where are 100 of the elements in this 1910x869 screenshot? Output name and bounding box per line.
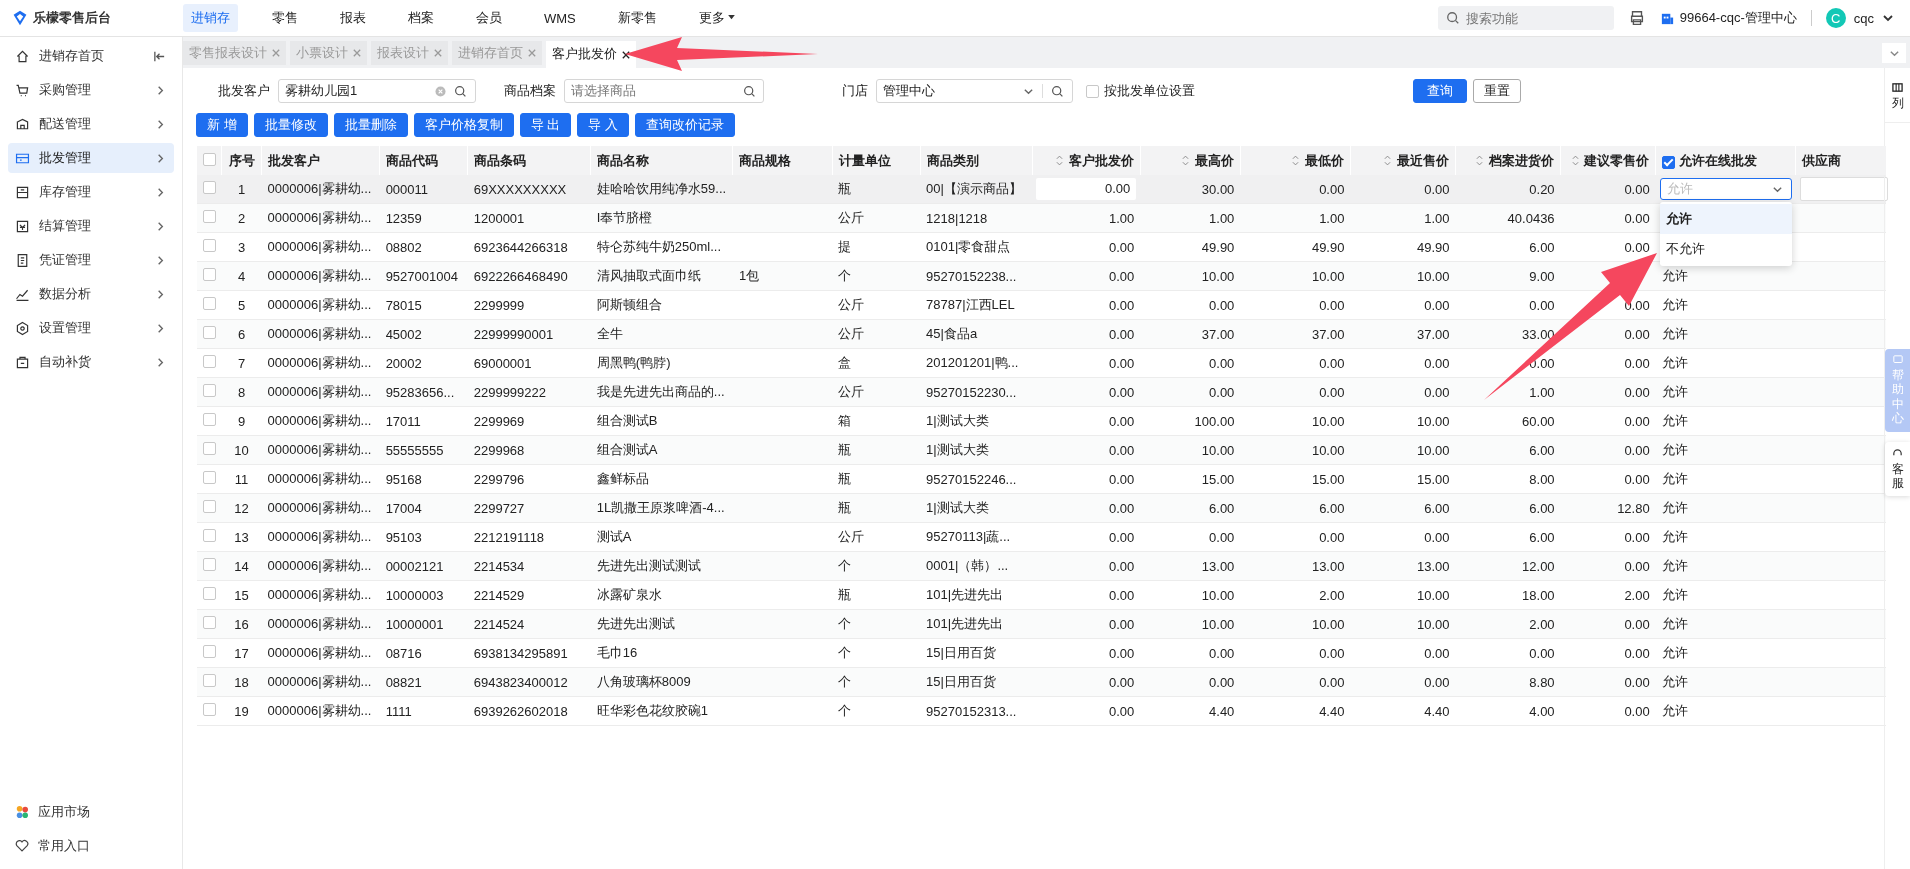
column-header[interactable]: 最近售价 <box>1350 146 1456 175</box>
column-header[interactable]: 计量单位 <box>832 146 921 175</box>
nav-tab[interactable]: 零售 <box>264 4 306 32</box>
table-row[interactable]: 10 0000006|雾耕幼... 55555555 2299968 组合测试A 瓶 1|测试大类 0.00 10.00 10.00 10.00 6.00 0.00 允许 <box>196 435 1886 465</box>
checkbox[interactable] <box>1662 155 1676 169</box>
store-name[interactable]: 99664-cqc-管理中心 <box>1679 9 1797 27</box>
column-settings-button[interactable]: 列 <box>1885 68 1910 123</box>
table-row[interactable]: 8 0000006|雾耕幼... 95283656... 2299999222 我是先进先出商品的... 公斤 95270152230... 0.00 0.00 0.00 0.00 1.00 0.00 允许 <box>196 377 1886 407</box>
price-input[interactable]: 0.00 <box>1036 178 1137 200</box>
action-button[interactable]: 批量修改 <box>253 113 328 137</box>
nav-tab[interactable]: WMS <box>536 5 584 31</box>
row-checkbox[interactable] <box>202 210 216 223</box>
sidebar-item[interactable]: 库存管理 <box>8 177 174 207</box>
product-field[interactable]: 请选择商品 <box>564 79 764 103</box>
nav-tab[interactable]: 报表 <box>332 4 374 32</box>
action-button[interactable]: 查询改价记录 <box>634 113 735 137</box>
row-checkbox[interactable] <box>202 297 216 310</box>
row-checkbox[interactable] <box>202 587 216 600</box>
row-checkbox[interactable] <box>202 442 216 455</box>
column-header[interactable]: 商品规格 <box>732 146 832 175</box>
collapse-icon[interactable] <box>153 49 166 63</box>
table-row[interactable]: 12 0000006|雾耕幼... 17004 2299727 1L凯撒王原浆啤酒-4... 瓶 1|测试大类 0.00 6.00 6.00 6.00 6.00 12.80 允许 <box>196 493 1886 523</box>
sidebar-item[interactable]: 采购管理 <box>8 75 174 105</box>
tab-menu-button[interactable] <box>1882 43 1906 63</box>
customer-field[interactable]: 雾耕幼儿园1 <box>278 79 476 103</box>
action-button[interactable]: 客户价格复制 <box>413 113 514 137</box>
table-row[interactable]: 16 0000006|雾耕幼... 10000001 2214524 先进先出测试 个 101|先进先出 0.00 10.00 10.00 10.00 2.00 0.00 允许 <box>196 609 1886 639</box>
column-header[interactable]: 序号 <box>221 146 262 175</box>
column-header[interactable]: 允许在线批发 <box>1655 146 1796 175</box>
action-button[interactable]: 新 增 <box>196 113 248 137</box>
sort-icon[interactable] <box>1182 154 1190 166</box>
sort-icon[interactable] <box>1056 154 1064 166</box>
row-checkbox[interactable] <box>202 558 216 571</box>
customer-service-button[interactable]: 客服 <box>1885 441 1910 497</box>
dropdown-option[interactable]: 不允许 <box>1659 234 1792 264</box>
row-checkbox[interactable] <box>202 239 216 252</box>
column-header[interactable]: 最低价 <box>1240 146 1351 175</box>
table-row[interactable]: 6 0000006|雾耕幼... 45002 22999990001 全牛 公斤 45|食品a 0.00 37.00 37.00 37.00 33.00 0.00 允许 <box>196 319 1886 349</box>
column-header[interactable]: 批发客户 <box>261 146 380 175</box>
column-header[interactable]: 建议零售价 <box>1560 146 1656 175</box>
table-row[interactable]: 9 0000006|雾耕幼... 17011 2299969 组合测试B 箱 1|测试大类 0.00 100.00 10.00 10.00 60.00 0.00 允许 <box>196 406 1886 436</box>
sidebar-item[interactable]: 凭证管理 <box>8 245 174 275</box>
close-icon[interactable] <box>622 50 630 59</box>
row-checkbox[interactable] <box>202 181 216 194</box>
column-header[interactable]: 商品代码 <box>379 146 468 175</box>
sidebar-item[interactable]: 数据分析 <box>8 279 174 309</box>
row-checkbox[interactable] <box>202 384 216 397</box>
row-checkbox[interactable] <box>202 674 216 687</box>
user-name[interactable]: cqc <box>1853 10 1874 26</box>
reset-button[interactable]: 重置 <box>1473 79 1521 103</box>
nav-tab[interactable]: 更多 <box>690 4 743 32</box>
column-header[interactable]: 供应商 <box>1795 146 1886 175</box>
table-row[interactable]: 14 0000006|雾耕幼... 00002121 2214534 先进先出测试测试 个 0001|（韩）... 0.00 13.00 13.00 13.00 12.00 0.00 允许 <box>196 551 1886 581</box>
dropdown-option[interactable]: 允许 <box>1659 204 1792 234</box>
row-checkbox[interactable] <box>202 471 216 484</box>
sidebar-link[interactable]: 常用入口 <box>8 831 174 861</box>
sort-icon[interactable] <box>1292 154 1300 166</box>
table-row[interactable]: 19 0000006|雾耕幼... 1111 6939262602018 旺华彩色花纹胶碗1 个 95270152313... 0.00 4.40 4.40 4.40 4.00 0.00 允许 <box>196 696 1886 726</box>
sidebar-item[interactable]: 设置管理 <box>8 313 174 343</box>
row-checkbox[interactable] <box>202 326 216 339</box>
column-header[interactable]: 商品类别 <box>920 146 1033 175</box>
column-header[interactable]: 商品名称 <box>590 146 733 175</box>
row-checkbox[interactable] <box>202 413 216 426</box>
sidebar-item[interactable]: 进销存首页 <box>8 41 174 71</box>
sort-icon[interactable] <box>1571 154 1579 166</box>
column-header[interactable]: 档案进货价 <box>1455 146 1561 175</box>
row-checkbox[interactable] <box>202 529 216 542</box>
chevron-down-icon[interactable] <box>1882 12 1894 24</box>
row-checkbox[interactable] <box>202 703 216 716</box>
table-row[interactable]: 11 0000006|雾耕幼... 95168 2299796 鑫鲜标品 瓶 95270152246... 0.00 15.00 15.00 15.00 8.00 0.00 允许 <box>196 464 1886 494</box>
row-checkbox[interactable] <box>202 645 216 658</box>
supplier-input[interactable] <box>1799 177 1888 201</box>
row-checkbox[interactable] <box>202 268 216 281</box>
sidebar-item[interactable]: 配送管理 <box>8 109 174 139</box>
clear-icon[interactable] <box>435 85 446 97</box>
row-checkbox[interactable] <box>202 616 216 629</box>
nav-tab[interactable]: 新零售 <box>609 4 665 32</box>
search-icon[interactable] <box>743 85 756 98</box>
table-row[interactable]: 13 0000006|雾耕幼... 95103 2212191118 测试A 公斤 95270113|蔬... 0.00 0.00 0.00 0.00 6.00 0.00 允许 <box>196 522 1886 552</box>
action-button[interactable]: 导 出 <box>519 113 572 137</box>
search-icon[interactable] <box>454 84 467 98</box>
query-button[interactable]: 查询 <box>1413 79 1467 103</box>
sidebar-item[interactable]: 结算管理 <box>8 211 174 241</box>
checkbox[interactable] <box>1086 84 1099 98</box>
column-header[interactable]: 商品条码 <box>467 146 591 175</box>
row-checkbox[interactable] <box>202 355 216 368</box>
search-icon[interactable] <box>1051 84 1064 98</box>
action-button[interactable]: 批量删除 <box>333 113 408 137</box>
page-tab[interactable]: 客户批发价 <box>546 41 636 68</box>
sidebar-item[interactable]: 自动补货 <box>8 347 174 377</box>
table-row[interactable]: 18 0000006|雾耕幼... 08821 6943823400012 八角玻璃杯8009 个 15|日用百货 0.00 0.00 0.00 0.00 8.80 0.00 允许 <box>196 667 1886 697</box>
search-field[interactable]: 搜索功能 <box>1437 6 1614 30</box>
action-button[interactable]: 导 入 <box>577 113 629 137</box>
nav-tab[interactable]: 进销存 <box>183 4 238 32</box>
table-row[interactable]: 17 0000006|雾耕幼... 08716 6938134295891 毛巾16 个 15|日用百货 0.00 0.00 0.00 0.00 0.00 0.00 允许 <box>196 638 1886 668</box>
sidebar-item[interactable]: 批发管理 <box>8 143 174 173</box>
column-header[interactable]: 客户批发价 <box>1032 146 1141 175</box>
store-select[interactable]: 管理中心 <box>876 79 1073 103</box>
sort-icon[interactable] <box>1476 154 1484 166</box>
column-header[interactable]: 最高价 <box>1140 146 1241 175</box>
